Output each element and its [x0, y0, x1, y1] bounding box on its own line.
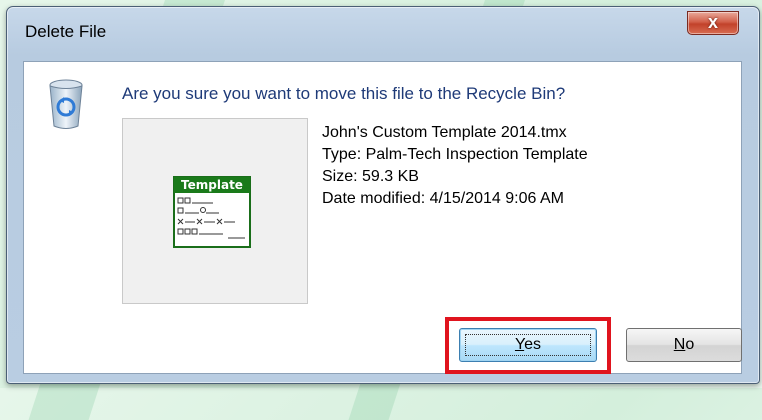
file-thumbnail: Template: [122, 118, 308, 304]
file-details: John's Custom Template 2014.tmx Type: Pa…: [322, 122, 588, 210]
recycle-bin-icon: [49, 79, 83, 129]
no-accelerator: N: [673, 336, 686, 353]
template-file-icon: Template: [173, 176, 251, 248]
title-bar[interactable]: Delete File x: [7, 7, 759, 57]
focus-rectangle: [465, 334, 591, 356]
close-icon: x: [707, 12, 718, 32]
dialog-title: Delete File: [25, 22, 107, 41]
file-type: Type: Palm-Tech Inspection Template: [322, 146, 588, 163]
delete-file-dialog: Delete File x Are you sure you want to m…: [6, 6, 760, 384]
close-button[interactable]: x: [687, 11, 739, 35]
file-size: Size: 59.3 KB: [322, 168, 419, 185]
yes-button[interactable]: Yes: [459, 328, 597, 362]
no-label: o: [685, 336, 695, 353]
confirmation-question: Are you sure you want to move this file …: [122, 84, 566, 103]
dialog-content: Are you sure you want to move this file …: [23, 61, 742, 374]
no-button[interactable]: No: [626, 328, 742, 362]
file-date-modified: Date modified: 4/15/2014 9:06 AM: [322, 190, 564, 207]
file-name: John's Custom Template 2014.tmx: [322, 124, 567, 141]
template-header-text: Template: [181, 178, 243, 192]
